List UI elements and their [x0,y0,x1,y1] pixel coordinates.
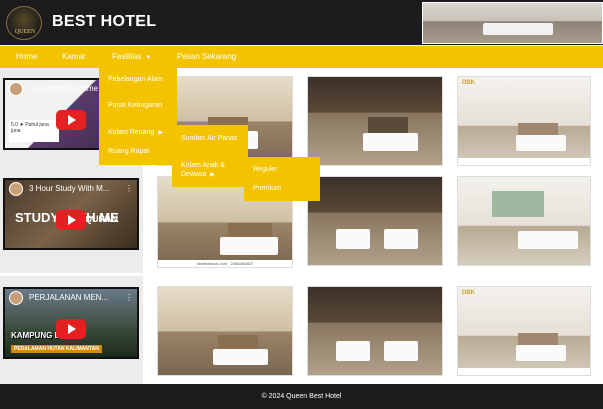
bed-shape [384,229,418,249]
kolam-renang-submenu: Sumber Air Panas Kolam Anak & Dewasa ▶ [172,125,248,187]
room-photo[interactable] [157,286,293,376]
bed-shape [220,237,278,255]
video-overlay-band: PEDALAMAN HUTAN KALIMANTAN [11,345,102,353]
nav-home[interactable]: Home [16,52,37,61]
room-photo[interactable]: DBK [457,286,591,376]
video-title: 3 Hour Study With M... [29,184,110,193]
menu-item-pusat-kebugaran[interactable]: Pusat Kebugaran [108,101,170,110]
bed-shape [213,349,268,365]
header-room-image [422,2,603,44]
more-options-icon[interactable]: ⋮ [125,293,133,302]
channel-avatar [9,182,23,196]
nav-fasilitas[interactable]: Fasilitas ▼ [112,52,151,61]
video-card[interactable]: 3 Hour Study With M... ⋮ STUDY WITH ME Q… [3,178,139,250]
review-card: 5.0 ★ Pahul juna juna [9,120,59,142]
play-icon[interactable] [56,110,86,130]
headboard [518,123,558,135]
chevron-right-icon: ▶ [158,130,163,136]
bed-shape [363,133,418,151]
window [492,191,544,217]
more-options-icon[interactable]: ⋮ [125,184,133,193]
video-title: PERJALANAN MEN... [29,293,109,302]
footer-text: © 2024 Queen Best Hotel [261,393,342,400]
channel-avatar [9,291,23,305]
nav-fasilitas-label: Fasilitas [112,52,142,61]
room-gallery: DBK shutterstock.com · 2456484807 DBK [143,68,603,384]
photo-caption-bar [458,368,590,375]
bed-shape [516,345,566,361]
site-header: QUEEN BEST HOTEL [0,0,603,45]
fasilitas-dropdown: Pebelangan Alam Pusat Kebugaran Kolam Re… [99,68,177,165]
photo-caption: shutterstock.com · 2456484807 [158,260,292,267]
menu-item-pebelangan-alam[interactable]: Pebelangan Alam [108,75,170,84]
chevron-down-icon: ▼ [145,55,152,61]
headboard [218,335,258,349]
bed-shape [384,341,418,361]
nav-kamar[interactable]: Kamar [62,52,86,61]
brand-title: BEST HOTEL [52,13,157,30]
bed-shape [336,341,370,361]
site-footer: © 2024 Queen Best Hotel [0,384,603,409]
channel-avatar [9,82,23,96]
headboard [228,223,272,237]
video-title: Gus nwobain game [29,84,98,93]
hotel-logo[interactable]: QUEEN [6,6,42,40]
menu-item-ruang-rapat[interactable]: Ruang Rapat [108,147,170,156]
play-icon[interactable] [56,210,86,230]
room-photo[interactable] [307,76,443,166]
menu-item-kolam-anak-dewasa[interactable]: Kolam Anak & Dewasa ▶ [181,161,241,180]
bed-shape [336,229,370,249]
bed-shape [518,231,578,249]
room-photo[interactable] [307,286,443,376]
bed-shape [516,135,566,151]
room-photo[interactable] [457,176,591,266]
menu-item-reguler[interactable]: Reguler [253,166,278,173]
menu-item-kolam-renang[interactable]: Kolam Renang ▶ [108,128,170,138]
logo-text: QUEEN [14,29,36,35]
section-divider [0,273,603,276]
play-icon[interactable] [56,319,86,339]
brand-mark: DBK [462,80,475,86]
main-nav: Home Kamar Fasilitas ▼ Pesan Sekarang [0,46,603,68]
menu-item-kolam-anak-label: Kolam Anak & Dewasa [181,162,225,178]
headboard [518,333,558,345]
nav-pesan-sekarang[interactable]: Pesan Sekarang [177,52,236,61]
menu-item-premium[interactable]: Premium [253,185,281,192]
video-overlay-text-2: QURAN [85,214,118,224]
kolam-anak-submenu: Reguler Premium [244,157,320,201]
video-card[interactable]: PERJALANAN MEN... ⋮ KAMPUNG LANG PEDALAM… [3,287,139,359]
menu-item-sumber-air-panas[interactable]: Sumber Air Panas [181,134,241,143]
bed-shape [483,23,553,35]
room-photo[interactable] [307,176,443,266]
brand-mark: DBK [462,290,475,296]
chevron-right-icon: ▶ [210,172,215,178]
photo-caption-bar [458,158,590,165]
room-photo[interactable]: DBK [457,76,591,166]
headboard [368,117,408,133]
menu-item-kolam-renang-label: Kolam Renang [108,129,155,136]
